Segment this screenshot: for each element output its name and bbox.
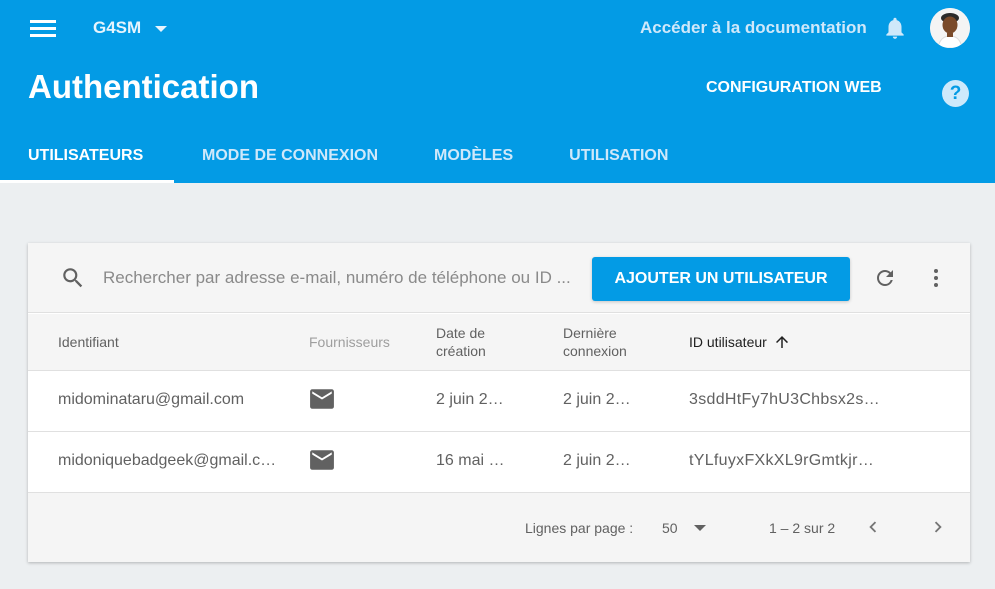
tab-templates[interactable]: MODÈLES: [406, 131, 541, 183]
cell-created: 16 mai …: [436, 452, 505, 469]
rows-per-page-select[interactable]: 50: [662, 520, 706, 536]
cell-identifier: midominataru@gmail.com: [58, 391, 245, 408]
tab-bar: UTILISATEURS MODE DE CONNEXION MODÈLES U…: [0, 131, 696, 183]
more-vert-icon[interactable]: [924, 266, 948, 290]
refresh-icon[interactable]: [873, 266, 897, 290]
column-providers: Fournisseurs: [309, 334, 390, 350]
chevron-down-icon: [693, 525, 706, 531]
chevron-left-icon[interactable]: [862, 516, 884, 538]
chevron-down-icon: [155, 26, 168, 32]
column-last-login[interactable]: Dernière connexion: [563, 324, 627, 360]
cell-last-login: 2 juin 2…: [563, 452, 631, 469]
column-identifier[interactable]: Identifiant: [58, 334, 119, 350]
tab-sign-in-method[interactable]: MODE DE CONNEXION: [174, 131, 406, 183]
project-name: G4SM: [93, 18, 142, 37]
cell-user-id: tYLfuyxFXkXL9rGmtkjr…: [689, 452, 875, 469]
search-icon: [63, 268, 83, 288]
search-input[interactable]: [103, 265, 583, 291]
rows-per-page-label: Lignes par page :: [525, 520, 634, 536]
rows-per-page-value: 50: [662, 520, 678, 536]
mail-icon: [309, 449, 335, 476]
cell-identifier: midoniquebadgeek@gmail.c…: [58, 452, 277, 469]
users-toolbar: AJOUTER UN UTILISATEUR: [28, 243, 970, 313]
cell-created: 2 juin 2…: [436, 391, 504, 408]
column-created-line2: création: [436, 343, 486, 359]
column-user-id-label: ID utilisateur: [689, 334, 767, 350]
page-title: Authentication: [28, 68, 259, 105]
menu-icon[interactable]: [28, 16, 58, 40]
column-user-id[interactable]: ID utilisateur: [689, 333, 791, 351]
add-user-button[interactable]: AJOUTER UN UTILISATEUR: [592, 257, 850, 301]
column-last-login-line1: Dernière: [563, 325, 617, 341]
app-header: G4SM Accéder à la documentation Authenti…: [0, 0, 995, 183]
users-table: Identifiant Fournisseurs Date de créatio…: [28, 314, 970, 493]
tab-users[interactable]: UTILISATEURS: [0, 131, 174, 183]
mail-icon: [309, 388, 335, 415]
table-header: Identifiant Fournisseurs Date de créatio…: [28, 314, 970, 371]
cell-user-id: 3sddHtFy7hU3Chbsx2s…: [689, 391, 880, 408]
cell-last-login: 2 juin 2…: [563, 391, 631, 408]
table-row[interactable]: midoniquebadgeek@gmail.c… 16 mai … 2 jui…: [28, 432, 970, 493]
chevron-right-icon[interactable]: [927, 516, 949, 538]
bell-icon[interactable]: [882, 14, 908, 42]
project-selector[interactable]: G4SM: [93, 18, 168, 38]
table-row[interactable]: midominataru@gmail.com 2 juin 2… 2 juin …: [28, 371, 970, 432]
tab-usage[interactable]: UTILISATION: [541, 131, 696, 183]
table-pagination: Lignes par page : 50 1 – 2 sur 2: [28, 493, 970, 562]
docs-link[interactable]: Accéder à la documentation: [640, 18, 867, 38]
help-icon[interactable]: ?: [942, 80, 969, 107]
column-last-login-line2: connexion: [563, 343, 627, 359]
column-created-line1: Date de: [436, 325, 486, 341]
avatar[interactable]: [930, 8, 970, 48]
arrow-up-icon: [775, 336, 788, 348]
avatar-image: [930, 8, 970, 48]
web-config-button[interactable]: CONFIGURATION WEB: [706, 79, 882, 97]
range-text: 1 – 2 sur 2: [769, 520, 836, 536]
column-created[interactable]: Date de création: [436, 324, 486, 360]
users-card: AJOUTER UN UTILISATEUR Identifiant Fourn…: [28, 243, 970, 562]
